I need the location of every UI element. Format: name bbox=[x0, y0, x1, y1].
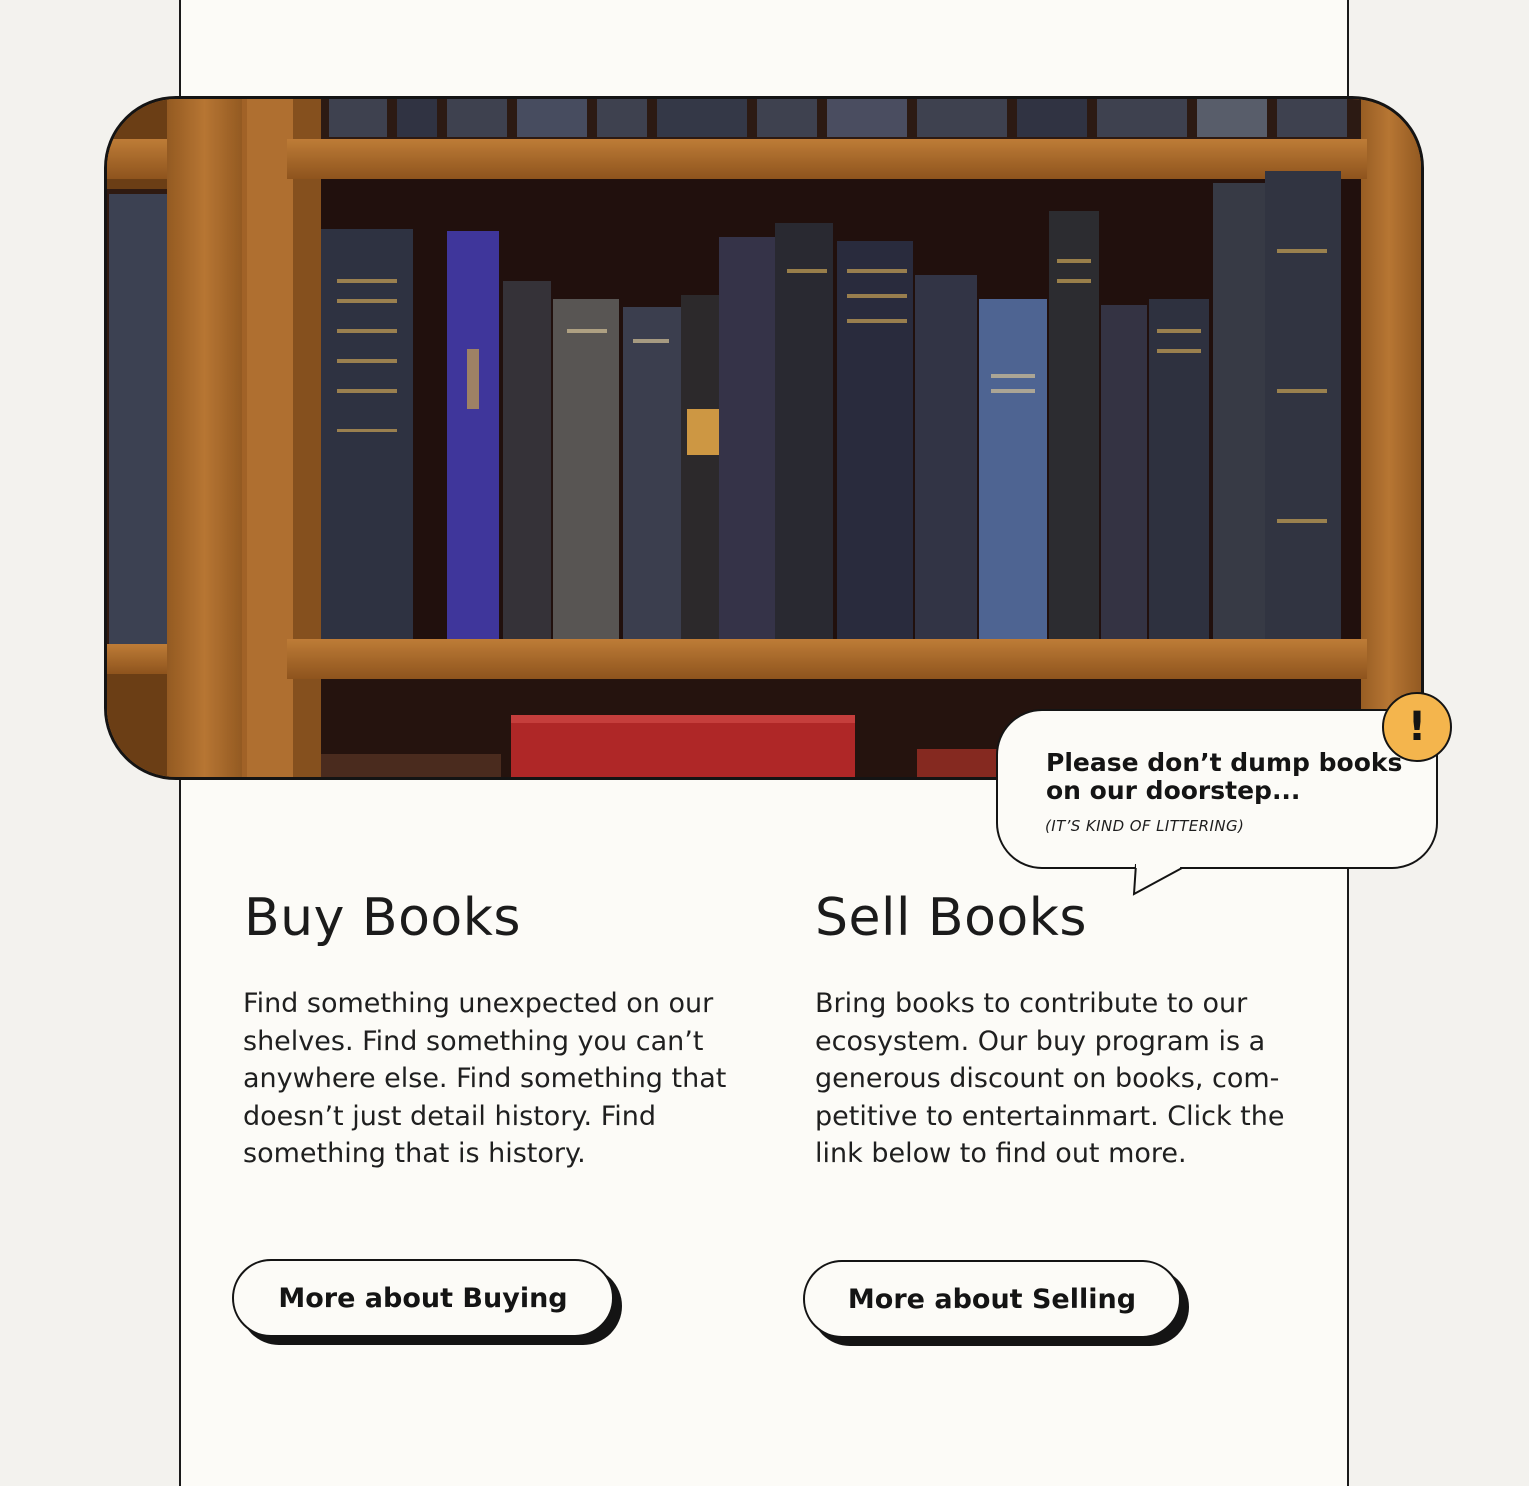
notice-title: Please don’t dump books on our doorstep.… bbox=[1046, 748, 1403, 805]
more-about-selling-button[interactable]: More about Selling bbox=[803, 1260, 1181, 1338]
doorstep-notice-bubble: Please don’t dump books on our doorstep.… bbox=[996, 709, 1438, 869]
exclamation-icon: ! bbox=[1382, 692, 1452, 762]
notice-subtitle: (IT’S KIND OF LITTERING) bbox=[1045, 817, 1245, 835]
buy-books-description: Find something unexpected on our shelves… bbox=[243, 988, 727, 1169]
hero-bookshelf-image bbox=[104, 96, 1424, 780]
bubble-tail bbox=[1132, 864, 1183, 896]
buy-books-heading: Buy Books bbox=[244, 888, 521, 948]
sell-books-heading: Sell Books bbox=[815, 888, 1087, 948]
exclamation-glyph: ! bbox=[1407, 704, 1427, 750]
bookshelf-illustration bbox=[107, 99, 1421, 777]
more-about-selling-button-wrap: More about Selling bbox=[803, 1260, 1189, 1346]
more-about-buying-button[interactable]: More about Buying bbox=[232, 1259, 614, 1337]
sell-books-description: Bring books to contribute to our ecosyst… bbox=[815, 988, 1285, 1169]
more-about-buying-button-wrap: More about Buying bbox=[232, 1259, 622, 1345]
